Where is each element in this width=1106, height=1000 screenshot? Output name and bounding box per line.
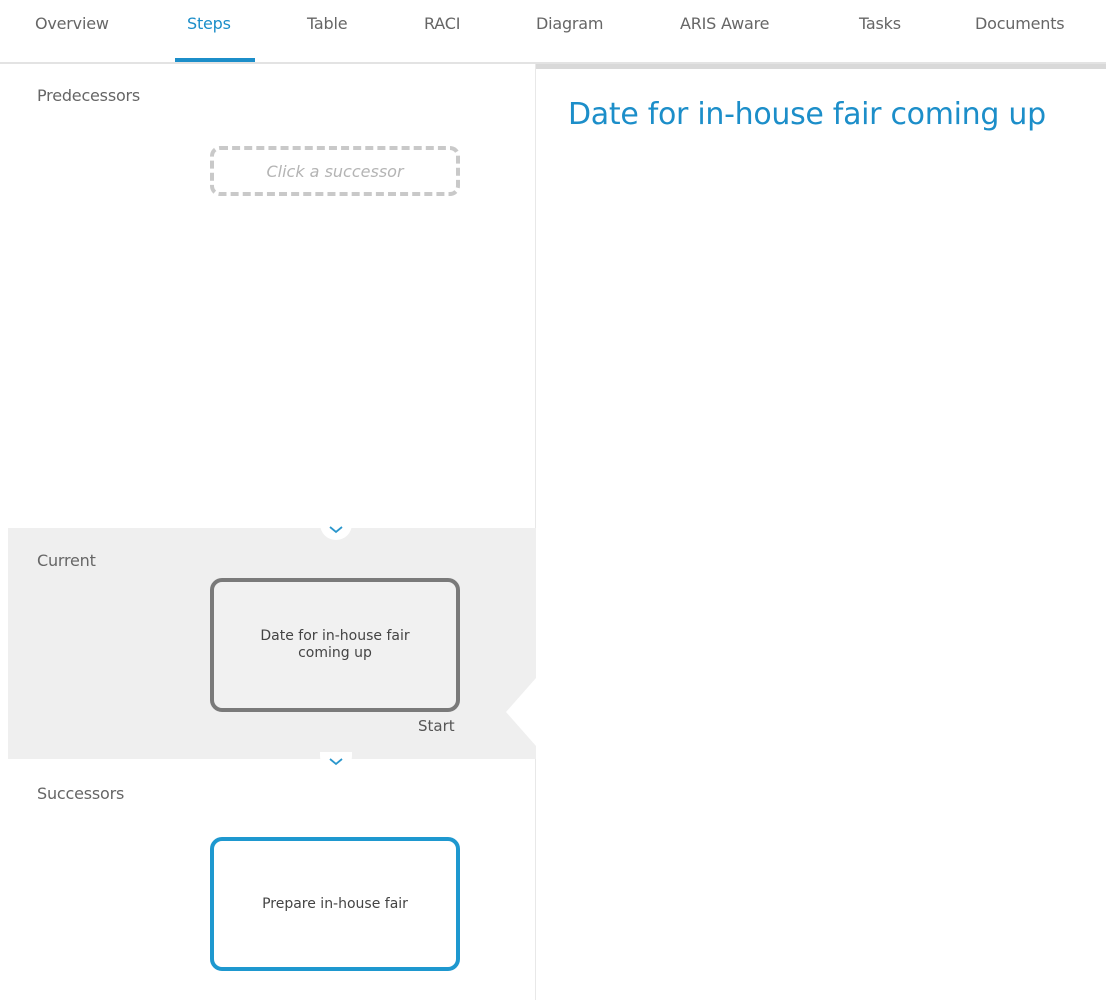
chevron-down-icon <box>329 758 343 766</box>
current-step-card[interactable]: Date for in-house fair coming up <box>210 578 460 712</box>
predecessor-placeholder: Click a successor <box>210 146 460 196</box>
current-step-pointer <box>506 678 536 746</box>
tab-aris-aware[interactable]: ARIS Aware <box>680 14 769 62</box>
step-type-label: Start <box>418 717 455 735</box>
tab-raci[interactable]: RACI <box>424 14 460 62</box>
detail-title: Date for in-house fair coming up <box>568 97 1046 132</box>
tab-table[interactable]: Table <box>307 14 348 62</box>
tab-steps[interactable]: Steps <box>187 14 231 62</box>
expand-successors-button[interactable] <box>320 752 352 772</box>
active-tab-indicator <box>175 58 255 62</box>
tab-tasks[interactable]: Tasks <box>859 14 901 62</box>
tab-documents[interactable]: Documents <box>975 14 1065 62</box>
tab-bar: Overview Steps Table RACI Diagram ARIS A… <box>0 0 1106 64</box>
predecessors-label: Predecessors <box>37 86 141 105</box>
successors-label: Successors <box>37 784 125 803</box>
step-detail-panel: Date for in-house fair coming up <box>536 64 1106 1000</box>
successor-step-card[interactable]: Prepare in-house fair <box>210 837 460 971</box>
steps-navigator: Predecessors Click a successor Current D… <box>0 64 536 1000</box>
chevron-down-icon <box>329 526 343 534</box>
current-label: Current <box>37 551 96 570</box>
tab-overview[interactable]: Overview <box>35 14 109 62</box>
tab-diagram[interactable]: Diagram <box>536 14 603 62</box>
